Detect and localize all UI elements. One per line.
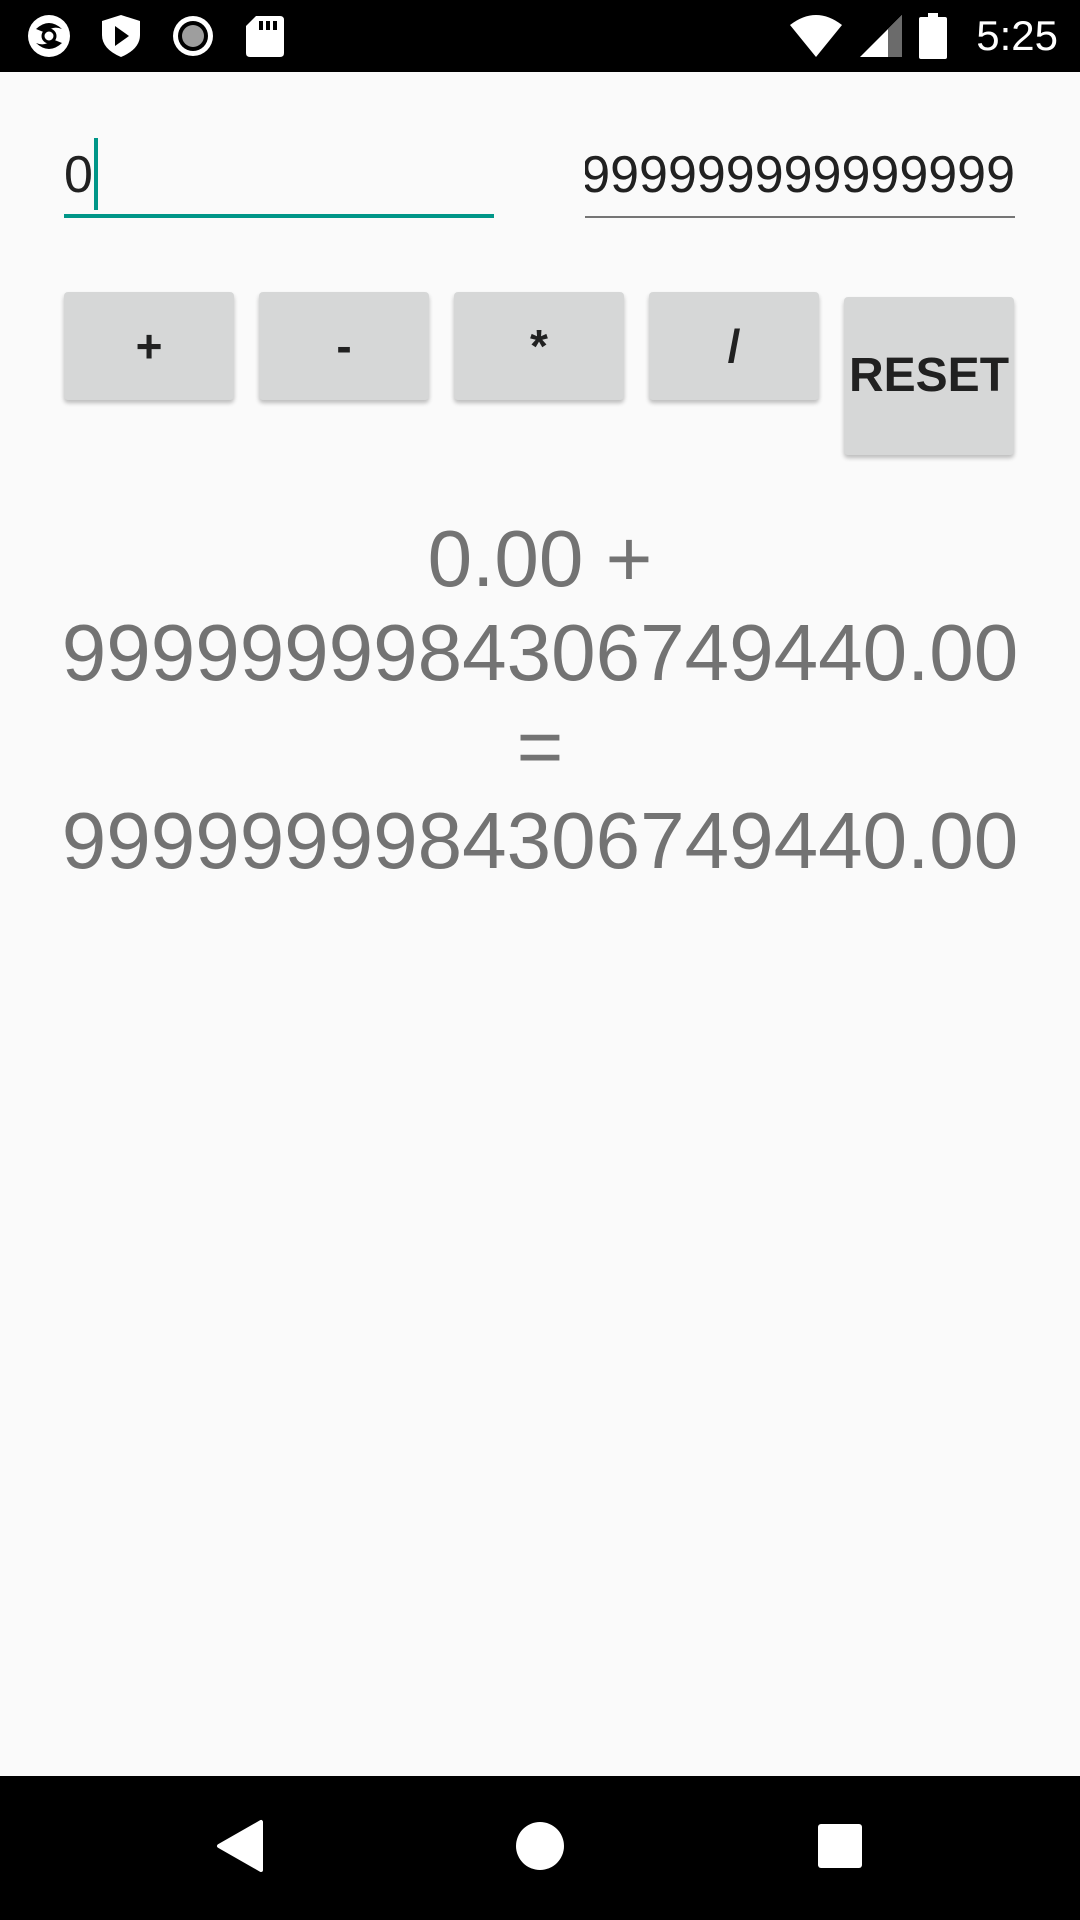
status-time: 5:25 [976, 12, 1058, 59]
home-icon [515, 1821, 565, 1876]
text-caret [93, 138, 98, 211]
status-right-icons: 5:25 [788, 10, 1058, 62]
screen: 5:25 0 9999999999999999 + - * / RESET 0.… [0, 0, 1080, 1920]
shield-play-icon [98, 13, 144, 59]
add-button[interactable]: + [64, 292, 234, 400]
record-icon [170, 13, 216, 59]
navigation-bar [0, 1776, 1080, 1920]
status-bar: 5:25 [0, 0, 1080, 72]
recents-icon [817, 1823, 863, 1874]
subtract-button[interactable]: - [259, 292, 429, 400]
back-icon [215, 1818, 265, 1879]
first-number-input[interactable]: 0 [64, 132, 494, 218]
home-button[interactable] [490, 1798, 590, 1898]
second-number-value: 9999999999999999 [585, 146, 1015, 204]
app-logo-icon [26, 13, 72, 59]
battery-icon [918, 13, 948, 59]
sd-card-icon [242, 13, 288, 59]
recents-button[interactable] [790, 1798, 890, 1898]
divide-button[interactable]: / [649, 292, 819, 400]
first-number-value: 0 [64, 146, 93, 204]
result-text: 0.00 + 9999999984306749440.00 = 99999999… [61, 514, 1019, 885]
reset-button[interactable]: RESET [844, 297, 1014, 455]
status-left-icons [26, 12, 288, 60]
cell-signal-icon [858, 13, 904, 59]
back-button[interactable] [190, 1798, 290, 1898]
wifi-icon [788, 13, 844, 59]
multiply-button[interactable]: * [454, 292, 624, 400]
second-number-input[interactable]: 9999999999999999 [585, 132, 1015, 218]
